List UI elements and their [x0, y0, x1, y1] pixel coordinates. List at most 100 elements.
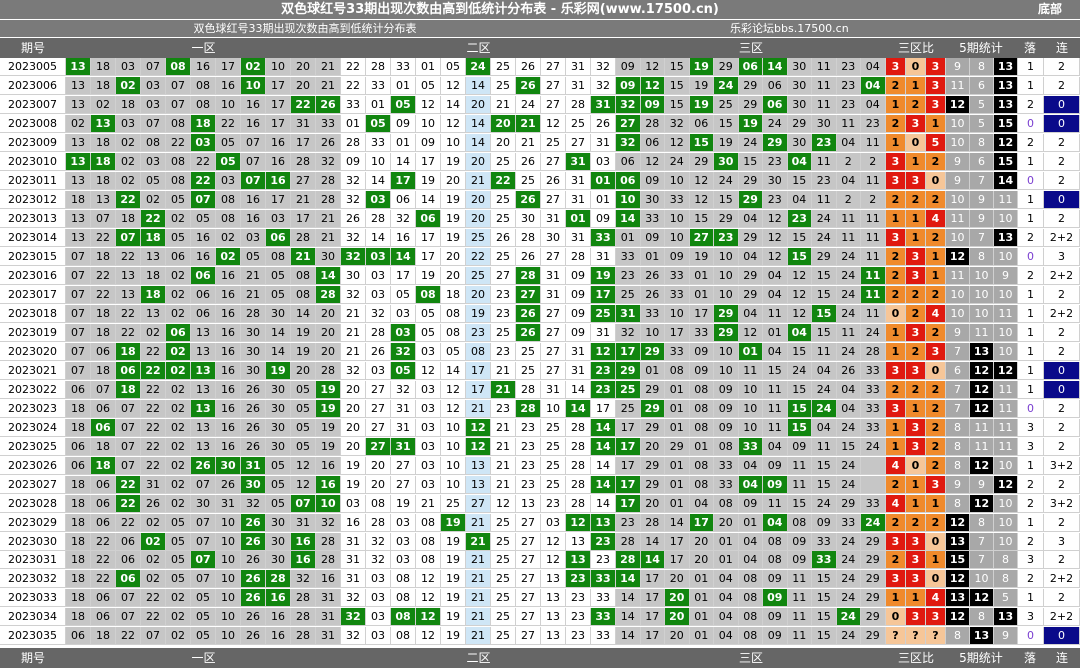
number-cell: 17	[591, 285, 616, 304]
number-cell: 33	[861, 418, 886, 437]
number-cell: 19	[441, 608, 466, 627]
number-cell: 30	[787, 76, 812, 95]
number-cell: 11	[812, 76, 837, 95]
table-row: 2023011 13 18 02 05 08 22 03 07 16 27 28 32 14 17 19 20 2…	[0, 171, 1080, 191]
consecutive-cell: 2	[1044, 76, 1080, 95]
zone-ratio-cell: 0	[926, 570, 946, 589]
number-cell: 25	[616, 399, 641, 418]
number-cell: 06	[116, 570, 141, 589]
number-cell: 23	[591, 532, 616, 551]
five-period-stat-cell: 10	[970, 570, 994, 589]
number-cell: 10	[316, 494, 341, 513]
number-cell: 04	[763, 342, 788, 361]
consecutive-cell: 2	[1044, 58, 1080, 76]
footer-zone3: 三区	[738, 651, 763, 665]
number-cell: 01	[689, 589, 714, 608]
number-cell: 32	[616, 95, 641, 114]
number-cell: 20	[441, 266, 466, 285]
five-period-stat-cell: 11	[970, 323, 994, 342]
number-cell: 29	[640, 456, 665, 475]
number-cell: 31	[341, 551, 366, 570]
number-cell: 22	[141, 380, 166, 399]
number-cell: 25	[541, 456, 566, 475]
subtitle-right[interactable]: 乐彩论坛bbs.17500.cn	[730, 20, 930, 37]
number-cell: 02	[241, 58, 266, 76]
number-cell: 27	[541, 76, 566, 95]
number-cell: 06	[91, 589, 116, 608]
number-cell: 16	[216, 266, 241, 285]
page-title: 双色球红号33期出现次数由高到低统计分布表 - 乐彩网(www.17500.cn…	[281, 2, 719, 17]
number-cell: 08	[763, 532, 788, 551]
number-cell: 28	[316, 190, 341, 209]
consecutive-cell: 2+2	[1044, 304, 1080, 323]
number-cell: 14	[466, 133, 491, 152]
number-cell: 31	[391, 437, 416, 456]
bottom-link[interactable]: 底部	[1038, 0, 1062, 19]
number-cell: 29	[738, 190, 763, 209]
number-cell: 21	[491, 475, 516, 494]
number-cell: 07	[291, 494, 316, 513]
number-cell: 16	[241, 209, 266, 228]
number-cell: 16	[216, 418, 241, 437]
number-cell: 11	[738, 361, 763, 380]
number-cell: 26	[516, 304, 541, 323]
number-cell: 10	[416, 114, 441, 133]
number-cell: 14	[616, 608, 641, 627]
number-cell: 29	[861, 627, 886, 646]
number-cell: 13	[466, 475, 491, 494]
number-cell: 33	[861, 361, 886, 380]
number-cell: 01	[341, 114, 366, 133]
number-cell: 05	[191, 627, 216, 646]
number-cell: 05	[416, 304, 441, 323]
number-cell: 01	[640, 247, 665, 266]
number-cell: 08	[689, 475, 714, 494]
consecutive-cell: 2	[1044, 152, 1080, 171]
zone-ratio-cell: 2	[886, 380, 906, 399]
number-cell: 23	[491, 399, 516, 418]
number-cell: 25	[541, 475, 566, 494]
number-cell: 32	[316, 513, 341, 532]
number-cell: 22	[116, 323, 141, 342]
number-cell: 16	[216, 399, 241, 418]
number-cell: 31	[216, 494, 241, 513]
number-cell: 09	[591, 209, 616, 228]
number-cell: 24	[836, 418, 861, 437]
table-row: 2023035 06 18 22 07 02 05 10 26 16 28 31 32 03 08 12 19 2…	[0, 627, 1080, 646]
number-cell: 13	[116, 285, 141, 304]
number-cell: 15	[787, 399, 812, 418]
period-id: 2023024	[0, 418, 66, 437]
number-cell: 18	[66, 190, 91, 209]
drop-count-cell: 3	[1018, 551, 1044, 570]
number-cell: 05	[166, 551, 191, 570]
header-stat5: 5期统计	[959, 41, 1003, 55]
number-cell: 24	[836, 475, 861, 494]
number-cell: 11	[861, 266, 886, 285]
number-cell: 18	[116, 95, 141, 114]
number-cell: 24	[861, 323, 886, 342]
number-cell: 14	[366, 171, 391, 190]
number-cell: 33	[316, 114, 341, 133]
number-cell: 08	[689, 456, 714, 475]
number-cell: 2	[861, 190, 886, 209]
number-cell: 02	[166, 209, 191, 228]
zone-ratio-cell: 1	[906, 589, 926, 608]
number-cell: 21	[466, 589, 491, 608]
number-cell: 02	[166, 437, 191, 456]
number-cell: 31	[316, 608, 341, 627]
number-cell: 14	[640, 532, 665, 551]
number-cell: 07	[191, 190, 216, 209]
number-cell: 08	[166, 152, 191, 171]
number-cell: 04	[812, 418, 837, 437]
number-cell: 05	[266, 285, 291, 304]
zone-ratio-cell: 2	[886, 475, 906, 494]
number-cell: 10	[738, 399, 763, 418]
table-row: 2023026 06 18 07 22 02 26 30 31 05 12 16 19 20 27 03 10 1…	[0, 456, 1080, 476]
drop-count-cell: 3	[1018, 608, 1044, 627]
five-period-stat-cell: 10	[994, 532, 1018, 551]
number-cell: 19	[266, 361, 291, 380]
number-cell: 33	[591, 570, 616, 589]
number-cell: 30	[266, 532, 291, 551]
number-cell: 22	[191, 171, 216, 190]
number-cell: 25	[491, 247, 516, 266]
period-id: 2023008	[0, 114, 66, 133]
